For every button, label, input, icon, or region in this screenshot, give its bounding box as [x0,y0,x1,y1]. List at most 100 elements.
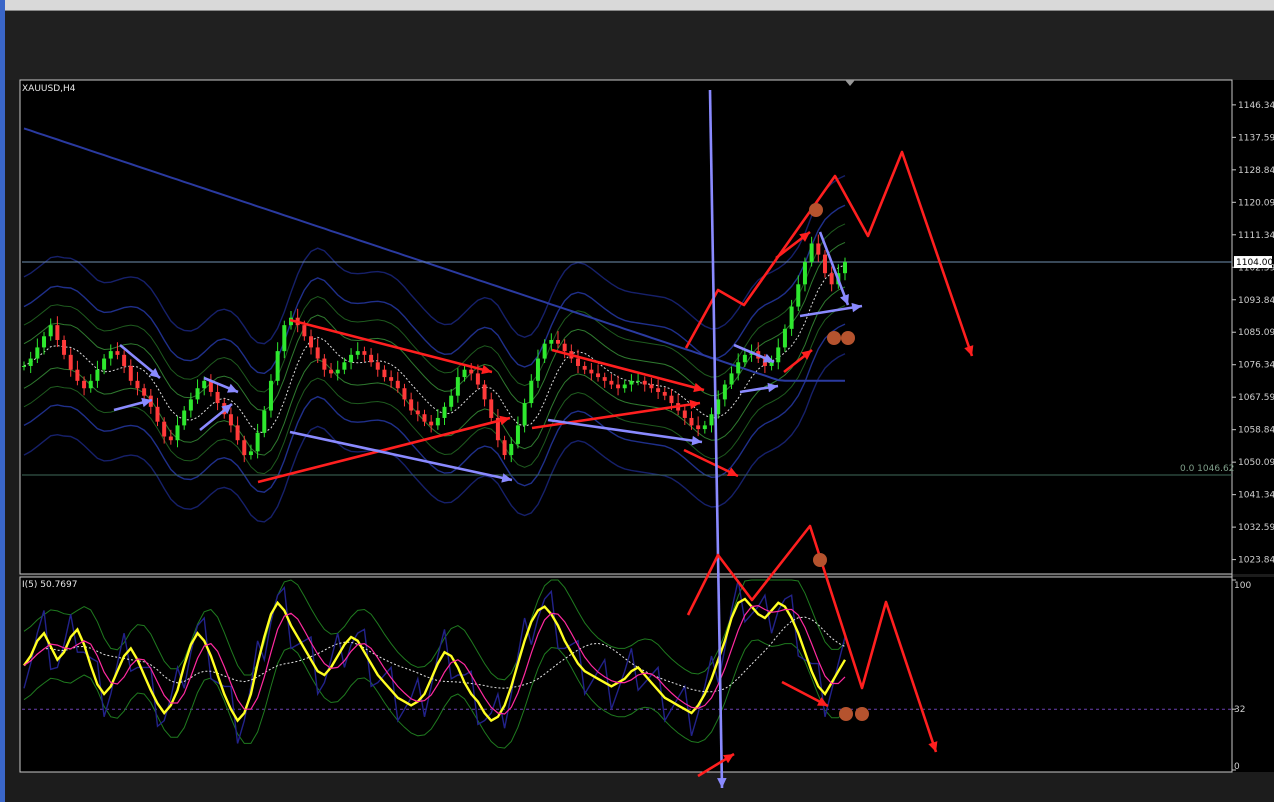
candle-body [642,380,647,385]
candle-body [262,410,267,433]
osc-tick-label: 32 [1234,705,1245,715]
price-tick-label: 1137.59 [1238,133,1274,143]
candle-body [342,362,347,370]
candle-body [602,377,607,381]
candle-body [422,414,427,422]
chart-title: XAUUSD,H4 [22,84,76,94]
marker-dot [839,707,853,721]
candle-body [509,443,514,456]
candle-body [162,421,167,437]
candle-body [362,351,367,355]
oscillator-panel[interactable] [19,576,1233,773]
candle-body [502,440,507,456]
candle-body [182,410,187,426]
candle-body [242,440,247,456]
candle-body [282,325,287,352]
price-panel[interactable] [19,79,1233,575]
marker-dot [841,331,855,345]
price-tick-label: 1067.59 [1238,393,1274,403]
candle-body [782,328,787,348]
price-tick-label: 1023.84 [1238,556,1274,566]
candle-body [696,425,701,430]
candle-body [369,354,374,363]
candle-body [455,377,460,396]
candle-body [435,417,440,426]
candle-body [335,369,340,374]
candle-body [195,388,200,400]
osc-tick-label: 0 [1234,762,1240,772]
candle-body [809,243,814,263]
candle-body [115,351,120,355]
candle-body [168,436,173,441]
candle-body [776,347,781,363]
candle-body [576,358,581,366]
candle-body [475,373,480,385]
candle-body [382,369,387,378]
candle-body [442,406,447,418]
blue-vertical-arrow-head [717,778,727,788]
candle-body [215,391,220,404]
candle-body [843,262,847,274]
candle-body [596,373,601,378]
price-tick-label: 1032.59 [1238,523,1274,533]
candle-body [562,343,567,352]
candle-body [729,373,734,385]
candle-body [355,351,360,355]
price-tick-label: 1050.09 [1238,458,1274,468]
candle-body [702,425,707,430]
price-tick-label: 1093.84 [1238,296,1274,306]
candle-body [489,399,494,418]
candle-body [649,384,654,389]
candle-body [742,354,747,363]
candle-body [409,399,414,411]
candle-body [609,380,614,385]
candle-body [449,395,454,407]
candle-body [108,351,113,359]
candle-body [28,358,33,366]
marker-dot [827,331,841,345]
candle-body [482,384,487,400]
candle-body [656,388,661,392]
candle-body [829,273,834,285]
candle-body [75,369,80,381]
price-tick-label: 1128.84 [1238,166,1274,176]
candle-body [22,365,26,367]
candle-body [822,254,827,274]
candle-body [275,351,280,381]
price-tick-label: 1120.09 [1238,198,1274,208]
candle-body [95,369,100,381]
price-tick-label: 1085.09 [1238,328,1274,338]
candle-body [68,354,73,370]
candle-body [235,425,240,441]
price-tick-label: 1076.34 [1238,361,1274,371]
candle-body [709,414,714,426]
candle-body [82,380,87,389]
chart-svg: 1146.341137.591128.841120.091111.341102.… [19,79,1274,789]
candle-body [375,362,380,370]
candle-body [689,417,694,426]
marker-dot [809,203,823,217]
osc-tick-label: 100 [1234,581,1251,591]
candle-body [636,380,641,382]
candle-body [142,388,147,396]
candle-body [669,395,674,404]
candle-body [549,339,554,344]
candle-body [682,410,687,418]
candle-body [88,380,93,389]
candle-body [309,336,314,348]
candle-body [582,365,587,370]
marker-dot [855,707,869,721]
candle-body [202,380,207,389]
candle-body [349,354,354,363]
candle-body [402,388,407,400]
fib-level-label: 0.0 1046.62 [1180,464,1234,474]
candle-body [616,384,621,389]
candle-body [622,384,627,389]
candle-body [188,399,193,411]
candle-body [589,369,594,374]
candle-body [315,347,320,359]
candle-body [529,380,534,404]
candle-body [662,391,667,396]
candle-body [462,369,467,378]
candle-body [122,354,127,366]
